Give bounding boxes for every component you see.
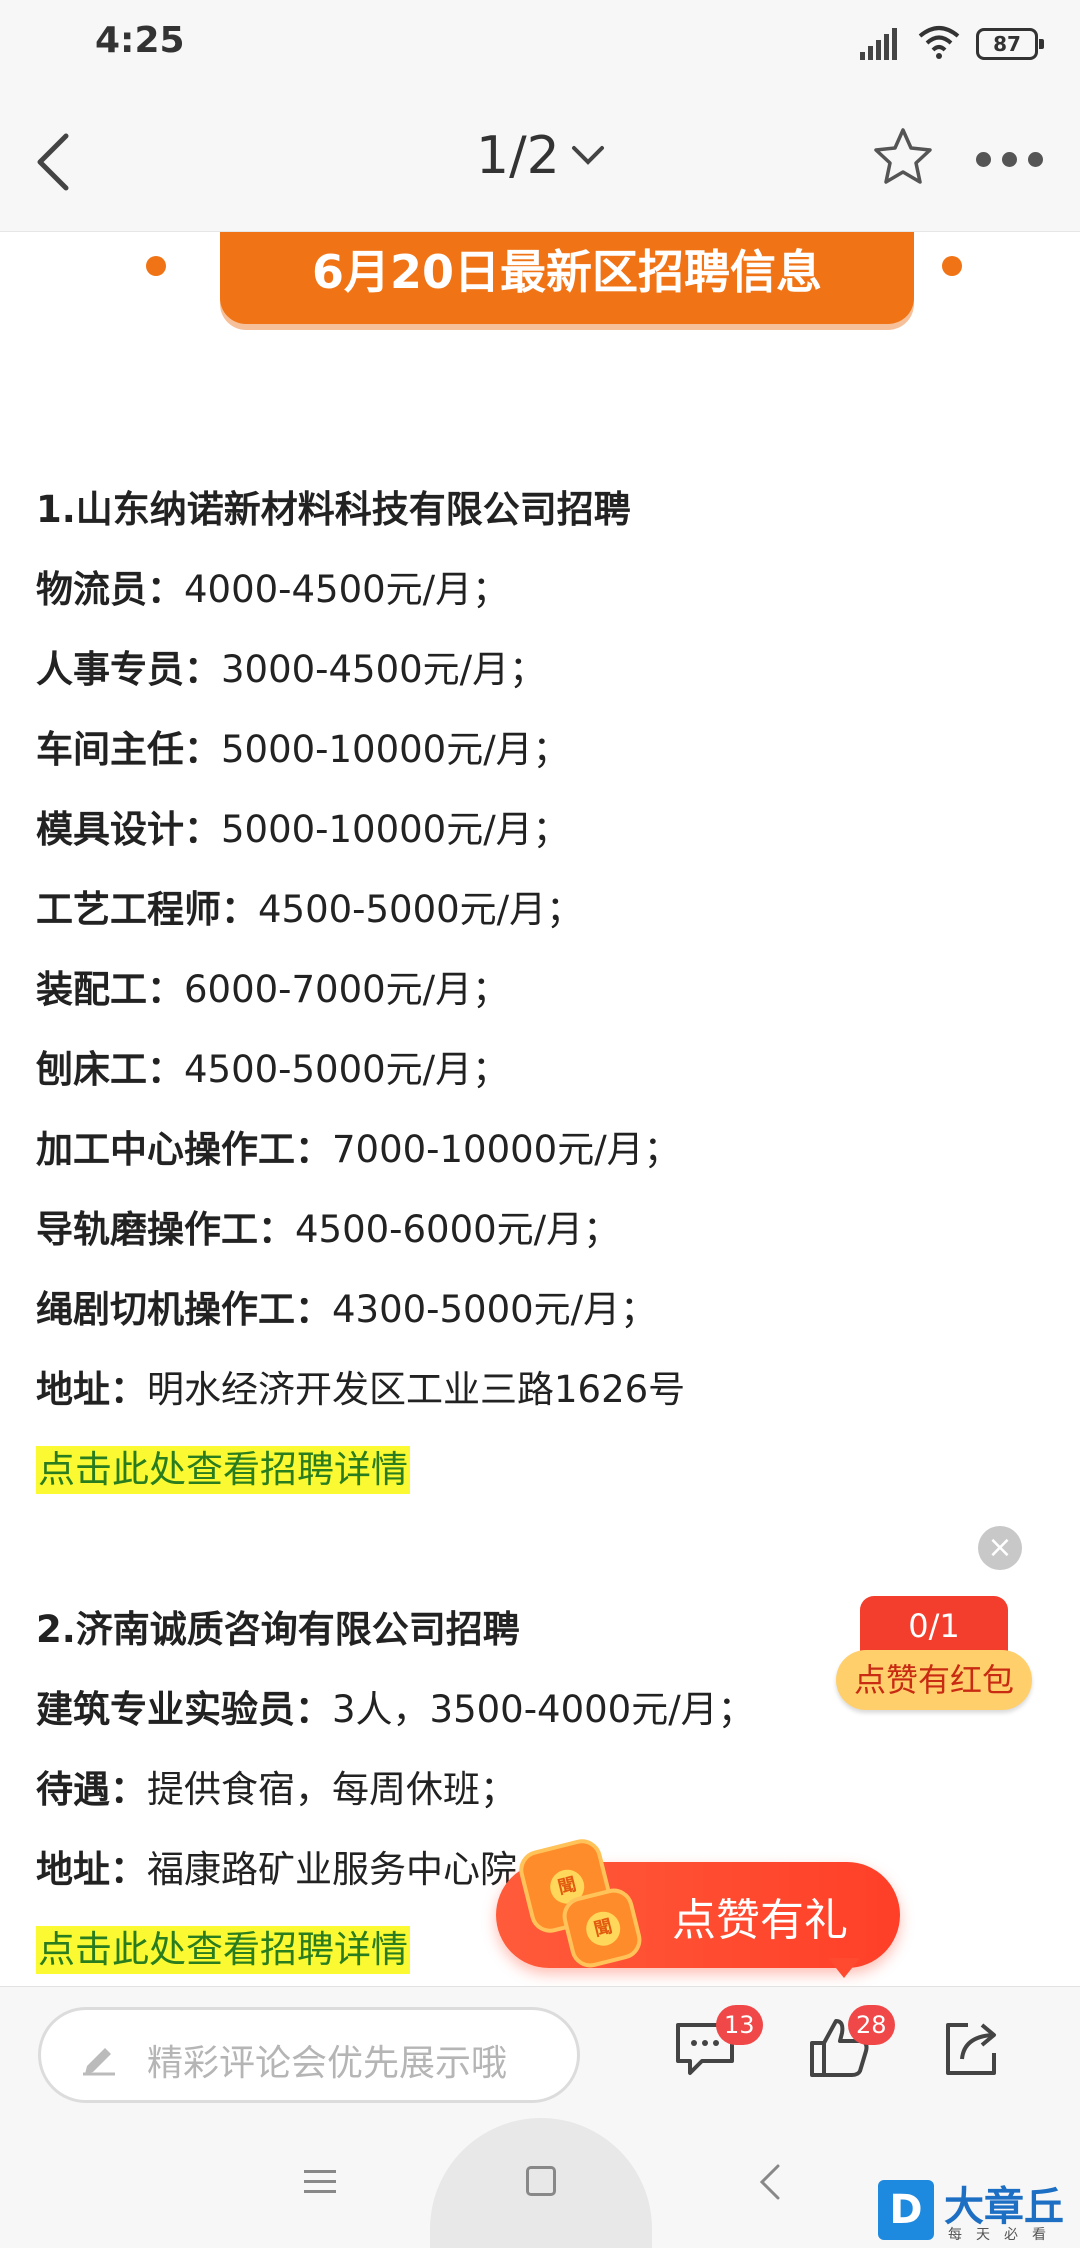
job-item: 模具设计：5000-10000元/月；: [36, 790, 1046, 870]
title-banner: 6月20日最新区招聘信息: [220, 232, 914, 324]
job-label: 绳剧切机操作工：: [36, 1288, 332, 1331]
article-body: 1.山东纳诺新材料科技有限公司招聘 物流员：4000-4500元/月； 人事专员…: [36, 470, 1046, 1990]
job-item: 绳剧切机操作工：4300-5000元/月；: [36, 1270, 1046, 1350]
job-salary: 3000-4500元/月；: [221, 648, 547, 691]
job-item: 工艺工程师：4500-5000元/月；: [36, 870, 1046, 950]
benefits-text: 提供食宿，每周休班；: [147, 1768, 517, 1811]
job-item: 人事专员：3000-4500元/月；: [36, 630, 1046, 710]
reward-label: 点赞有红包: [836, 1650, 1032, 1710]
company-title: 1.山东纳诺新材料科技有限公司招聘: [36, 488, 631, 531]
job-label: 装配工：: [36, 968, 184, 1011]
status-bar: 4:25 87: [0, 0, 1080, 90]
reward-count: 0/1: [860, 1596, 1008, 1658]
job-salary: 4000-4500元/月；: [184, 568, 510, 611]
watermark-logo-mark: D: [878, 2180, 934, 2240]
page-indicator[interactable]: 1/2: [476, 126, 560, 186]
benefits-line: 待遇：提供食宿，每周休班；: [36, 1750, 1046, 1830]
pen-icon: [83, 2048, 115, 2076]
banner-title: 6月20日最新区招聘信息: [311, 245, 823, 299]
watermark-subtitle: 每天必看: [948, 2227, 1060, 2243]
job-label: 工艺工程师：: [36, 888, 258, 931]
comment-placeholder: 精彩评论会优先展示哦: [147, 2043, 508, 2084]
job-item: 车间主任：5000-10000元/月；: [36, 710, 1046, 790]
job-salary: 5000-10000元/月；: [221, 808, 570, 851]
address-text: 明水经济开发区工业三路1626号: [147, 1368, 686, 1411]
job-salary: 4300-5000元/月；: [332, 1288, 658, 1331]
red-packet-widget[interactable]: 0/1 点赞有红包: [836, 1596, 1032, 1712]
comment-count-badge: 13: [716, 2005, 763, 2045]
job-item: 导轨磨操作工：4500-6000元/月；: [36, 1190, 1046, 1270]
job-salary: 7000-10000元/月；: [332, 1128, 681, 1171]
address-label: 地址：: [36, 1848, 147, 1891]
benefits-label: 待遇：: [36, 1768, 147, 1811]
job-label: 车间主任：: [36, 728, 221, 771]
wifi-icon: [918, 26, 960, 59]
job-label: 物流员：: [36, 568, 184, 611]
more-options-icon[interactable]: [976, 152, 1044, 168]
menu-icon[interactable]: [304, 2166, 336, 2198]
like-gift-popup[interactable]: 聞 聞 点赞有礼: [496, 1835, 900, 1972]
close-icon[interactable]: ×: [978, 1526, 1022, 1570]
job-item: 物流员：4000-4500元/月；: [36, 550, 1046, 630]
address-text: 福康路矿业服务中心院: [147, 1848, 517, 1891]
details-link[interactable]: 点击此处查看招聘详情: [36, 1446, 410, 1494]
chevron-down-icon[interactable]: [570, 140, 606, 170]
system-back-icon[interactable]: [756, 2162, 782, 2202]
back-arrow-icon[interactable]: [34, 132, 74, 192]
job-salary: 3人，3500-4000元/月；: [332, 1688, 755, 1731]
like-count-badge: 28: [848, 2005, 895, 2045]
job-label: 人事专员：: [36, 648, 221, 691]
banner-dot-left: [146, 256, 166, 276]
job-label: 建筑专业实验员：: [36, 1688, 332, 1731]
share-icon[interactable]: [938, 2015, 1004, 2081]
watermark-logo: D 大章丘 每天必看: [878, 2176, 1078, 2246]
job-salary: 5000-10000元/月；: [221, 728, 570, 771]
address-line: 地址：明水经济开发区工业三路1626号: [36, 1350, 1046, 1430]
top-nav-bar: 1/2: [0, 90, 1080, 232]
job-label: 模具设计：: [36, 808, 221, 851]
job-item: 刨床工：4500-5000元/月；: [36, 1030, 1046, 1110]
job-salary: 4500-6000元/月；: [295, 1208, 621, 1251]
details-link[interactable]: 点击此处查看招聘详情: [36, 1926, 410, 1974]
comment-input[interactable]: 精彩评论会优先展示哦: [38, 2007, 580, 2103]
job-label: 导轨磨操作工：: [36, 1208, 295, 1251]
details-link-row: 点击此处查看招聘详情: [36, 1430, 1046, 1510]
battery-icon: 87: [976, 28, 1044, 60]
job-item: 装配工：6000-7000元/月；: [36, 950, 1046, 1030]
star-icon[interactable]: [872, 126, 934, 188]
job-salary: 6000-7000元/月；: [184, 968, 510, 1011]
job-item: 加工中心操作工：7000-10000元/月；: [36, 1110, 1046, 1190]
bottom-action-bar: 精彩评论会优先展示哦 13 28: [0, 1986, 1080, 2118]
popup-tail: [828, 1958, 860, 1978]
banner-dot-right: [942, 256, 962, 276]
home-icon[interactable]: [526, 2166, 556, 2196]
signal-icon: [860, 28, 904, 60]
status-time: 4:25: [95, 20, 185, 61]
like-gift-label: 点赞有礼: [672, 1895, 848, 1946]
job-label: 刨床工：: [36, 1048, 184, 1091]
address-label: 地址：: [36, 1368, 147, 1411]
job-salary: 4500-5000元/月；: [258, 888, 584, 931]
job-salary: 4500-5000元/月；: [184, 1048, 510, 1091]
job-label: 加工中心操作工：: [36, 1128, 332, 1171]
